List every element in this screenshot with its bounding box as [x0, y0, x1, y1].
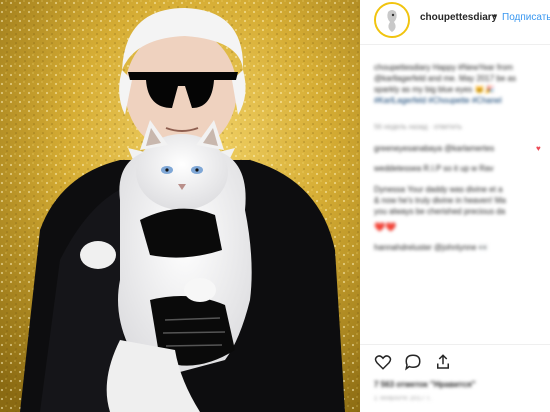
caption-line: choupettesdiary Happy #NewYear from	[374, 63, 513, 72]
comment-item: greeneyesanabaya @karlamertes	[374, 144, 495, 153]
post-header: choupettesdiary • Подписатьс	[360, 0, 550, 45]
post-photo[interactable]	[0, 0, 360, 412]
comment-item: weddetessea R.I.P so it up w Rav	[374, 164, 494, 173]
photo-karl-with-cat	[0, 0, 360, 412]
caption-meta: 56 недель назад · ответить	[374, 124, 463, 131]
comment-item: Dynessa Your daddy was divine et a	[374, 185, 503, 194]
comment-like-icon[interactable]: ♥	[536, 144, 544, 153]
caption-line: @karllagerfeld and me. May 2017 be as	[374, 74, 516, 83]
post-sidebar: choupettesdiary • Подписатьс choupettesd…	[360, 0, 550, 412]
heart-outline-icon[interactable]	[374, 353, 392, 371]
caption-hashtags[interactable]: #KarlLagerfeld #Choupette #Chanel	[374, 95, 502, 106]
post-actions	[360, 344, 550, 379]
comment-item: & now he's truly divine in heaven! Ma	[374, 196, 506, 205]
comment-item: you always be cherished precious da	[374, 207, 506, 216]
profile-avatar[interactable]	[374, 2, 410, 38]
comment-bubble-icon[interactable]	[404, 353, 422, 371]
post-date: 1 ЯНВАРЯ 2017 Г.	[374, 396, 433, 402]
likes-count[interactable]: 7 563 отметок "Нравится"	[374, 380, 476, 389]
post-username[interactable]: choupettesdiary	[420, 12, 497, 23]
share-arrow-icon[interactable]	[434, 353, 452, 371]
follow-button[interactable]: Подписатьс	[502, 12, 550, 23]
caption-line: sparkly as my big blue eyes 🐱🎉	[374, 85, 495, 94]
comment-item: hannahdreluster @johnlynne 👀	[374, 243, 489, 252]
header-separator: •	[493, 11, 497, 22]
comment-hearts: ❤️❤️	[374, 222, 397, 232]
cat-avatar-icon	[376, 4, 408, 36]
